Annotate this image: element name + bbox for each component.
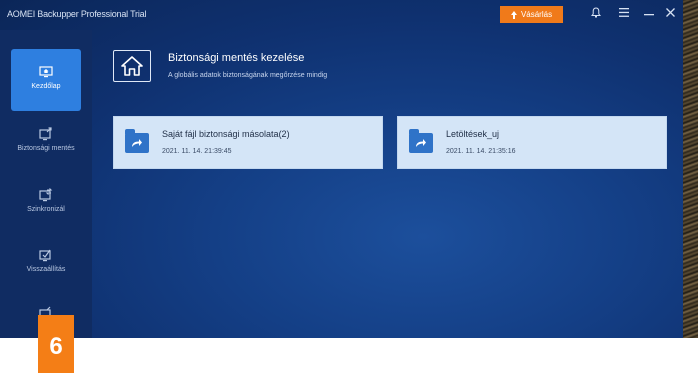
backup-task-card[interactable]: Saját fájl biztonsági másolata(2) 2021. … xyxy=(113,116,383,169)
home-monitor-icon xyxy=(39,66,53,78)
backup-task-name: Saját fájl biztonsági másolata(2) xyxy=(162,129,290,139)
sync-icon xyxy=(39,188,53,202)
upgrade-label: Vásárlás xyxy=(520,10,553,19)
upgrade-button[interactable]: Vásárlás xyxy=(500,6,563,23)
sidebar-item-backup[interactable]: Biztonsági mentés xyxy=(0,113,92,175)
backup-icon xyxy=(39,127,52,141)
backup-task-date: 2021. 11. 14. 21:35:16 xyxy=(446,148,516,155)
menu-icon[interactable] xyxy=(617,7,631,21)
page-subtitle: A globális adatok biztonságának megőrzés… xyxy=(168,72,328,79)
sidebar-item-sync[interactable]: Szinkronizál xyxy=(0,174,92,236)
folder-share-icon xyxy=(125,129,149,153)
sidebar-item-restore[interactable]: Visszaállítás xyxy=(0,234,92,296)
backup-task-card[interactable]: Letöltések_uj 2021. 11. 14. 21:35:16 xyxy=(397,116,667,169)
backup-task-date: 2021. 11. 14. 21:39:45 xyxy=(162,148,232,155)
app-window: AOMEI Backupper Professional Trial Vásár… xyxy=(0,0,683,338)
app-title: AOMEI Backupper Professional Trial xyxy=(7,9,147,19)
sidebar-item-home[interactable]: Kezdőlap xyxy=(11,49,81,111)
page-title: Biztonsági mentés kezelése xyxy=(168,52,305,64)
sidebar-item-label: Kezdőlap xyxy=(31,83,61,90)
minimize-icon[interactable] xyxy=(642,7,656,21)
backup-task-name: Letöltések_uj xyxy=(446,129,500,139)
sidebar-item-label: Biztonsági mentés xyxy=(17,145,75,152)
sidebar-item-label: Visszaállítás xyxy=(26,266,66,273)
home-icon xyxy=(113,50,151,82)
bell-icon[interactable] xyxy=(589,7,603,22)
restore-icon xyxy=(39,249,51,262)
close-icon[interactable] xyxy=(663,7,677,21)
sidebar-item-label: Szinkronizál xyxy=(27,206,65,213)
arrow-up-icon xyxy=(510,10,517,19)
background-edge xyxy=(683,0,698,338)
step-badge: 6 xyxy=(38,315,74,373)
title-bar: AOMEI Backupper Professional Trial Vásár… xyxy=(0,0,683,30)
folder-share-icon xyxy=(409,129,433,153)
sidebar: Kezdőlap Biztonsági mentés Szinkronizál … xyxy=(0,30,92,338)
